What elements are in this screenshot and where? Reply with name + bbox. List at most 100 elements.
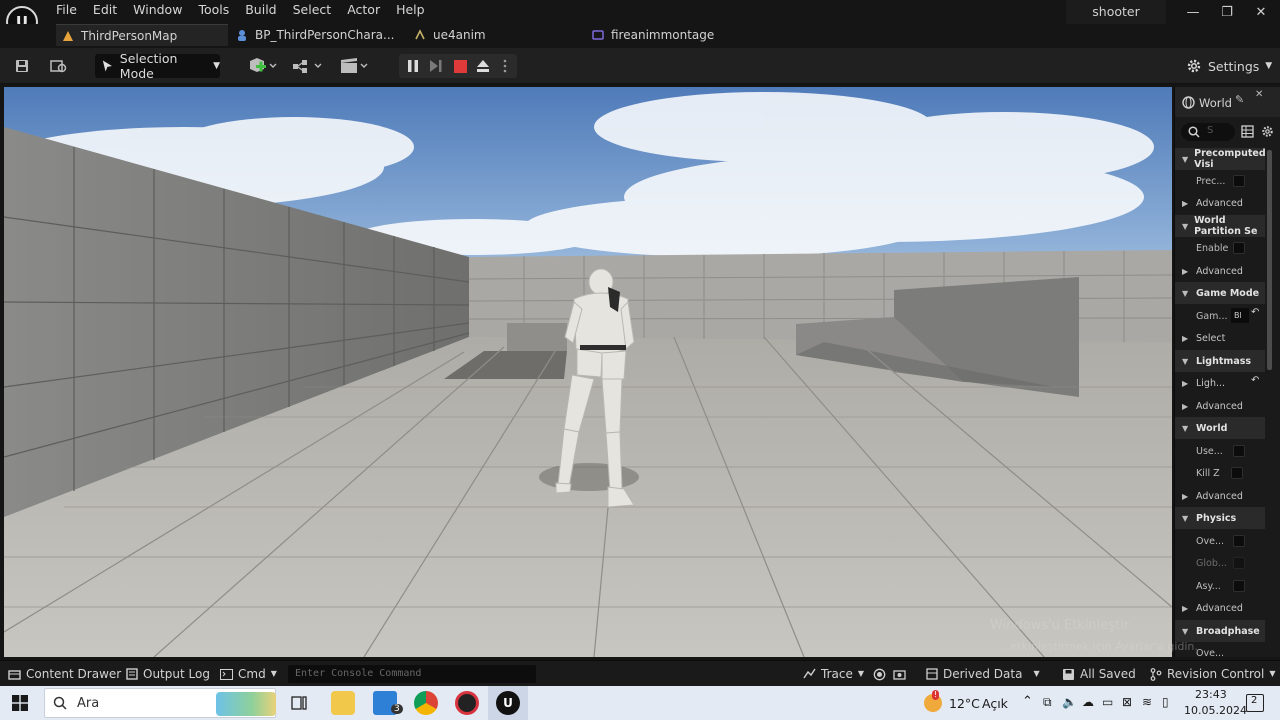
network-icon[interactable]: ▭	[1102, 695, 1113, 709]
weather-label[interactable]: Açık	[982, 696, 1008, 711]
save-icon[interactable]	[12, 56, 32, 76]
chevron-up-icon[interactable]: ⌃	[1022, 694, 1033, 709]
close-button[interactable]: ✕	[1242, 0, 1280, 26]
content-drawer-label: Content Drawer	[26, 667, 122, 681]
tab-thirdpersonmap[interactable]: ThirdPersonMap	[56, 24, 228, 46]
category-precomputed-visibility[interactable]: ▼ Precomputed Visi	[1175, 148, 1266, 170]
screenshot-icon[interactable]	[893, 661, 906, 687]
advanced-section[interactable]: ▶ Advanced	[1175, 485, 1265, 507]
menu-help[interactable]: Help	[388, 0, 433, 22]
game-mode-override-dropdown[interactable]: Bl	[1231, 308, 1249, 323]
speaker-icon[interactable]: 🔈	[1062, 695, 1077, 709]
notification-center-icon[interactable]: 2	[1246, 694, 1264, 712]
property-matrix-icon[interactable]	[1241, 125, 1254, 138]
world-settings-tab[interactable]: World ✎ ✕	[1175, 87, 1280, 117]
category-broadphase[interactable]: ▼ Broadphase	[1175, 620, 1265, 642]
maximize-button[interactable]: ❐	[1208, 0, 1246, 26]
advanced-section[interactable]: ▶ Advanced	[1175, 192, 1265, 214]
chevron-down-icon: ▼	[213, 61, 220, 71]
menu-tools[interactable]: Tools	[190, 0, 237, 22]
terminal-icon	[220, 668, 233, 680]
derived-data-dropdown[interactable]: Derived Data ▼	[926, 661, 1040, 687]
battery-icon[interactable]: ▯	[1162, 695, 1169, 709]
task-view-icon[interactable]	[291, 695, 307, 714]
menu-file[interactable]: File	[48, 0, 85, 22]
category-label: Lightmass	[1196, 355, 1252, 367]
blueprint-menu-icon[interactable]	[290, 56, 326, 76]
gear-icon[interactable]	[1261, 125, 1274, 138]
frame-skip-icon[interactable]	[428, 56, 444, 76]
property-label: Use...	[1196, 445, 1223, 457]
advanced-section[interactable]: ▶ Advanced	[1175, 260, 1265, 282]
input-device-icon[interactable]: ⧉	[1043, 695, 1052, 710]
recorder-app-icon[interactable]	[455, 691, 479, 715]
kill-z-field[interactable]	[1231, 467, 1243, 479]
temperature-label[interactable]: 12°C	[949, 696, 980, 711]
menu-select[interactable]: Select	[285, 0, 340, 22]
settings-button[interactable]: Settings ▼	[1186, 56, 1272, 76]
category-game-mode[interactable]: ▼ Game Mode	[1175, 282, 1265, 304]
security-icon[interactable]: ⊠	[1122, 695, 1132, 709]
output-log-icon	[126, 668, 138, 680]
cmd-dropdown[interactable]: Cmd ▼	[220, 661, 277, 687]
category-world-partition[interactable]: ▼ World Partition Se	[1175, 215, 1265, 237]
clock-time[interactable]: 23:43	[1195, 688, 1227, 701]
viewport-scene[interactable]	[4, 87, 1172, 657]
property-checkbox[interactable]	[1233, 175, 1245, 187]
unreal-logo-icon: U	[496, 691, 520, 715]
main-toolbar: Selection Mode ▼ Settings ▼	[0, 48, 1280, 84]
menu-actor[interactable]: Actor	[339, 0, 388, 22]
select-section[interactable]: ▶ Select	[1175, 327, 1265, 349]
windows-start-icon[interactable]	[12, 695, 28, 714]
selection-mode-dropdown[interactable]: Selection Mode ▼	[95, 51, 220, 81]
category-physics[interactable]: ▼ Physics	[1175, 507, 1265, 529]
reset-to-default-icon[interactable]: ↶	[1251, 307, 1259, 318]
reset-to-default-icon[interactable]: ↶	[1251, 375, 1259, 386]
tab-fireanimmontage[interactable]: fireanimmontage	[592, 24, 762, 46]
file-explorer-icon[interactable]	[331, 691, 355, 715]
cinematics-icon[interactable]	[338, 56, 372, 76]
category-world[interactable]: ▼ World	[1175, 417, 1265, 439]
eject-icon[interactable]	[475, 56, 491, 76]
details-search-input[interactable]: S	[1181, 123, 1235, 141]
tab-ue4anim[interactable]: ue4anim	[414, 24, 574, 46]
stop-icon[interactable]	[452, 56, 468, 76]
tab-bp-thirdpersoncharacter[interactable]: BP_ThirdPersonChara...	[236, 24, 406, 46]
blueprint-pawn-icon	[238, 30, 246, 41]
property-checkbox[interactable]	[1233, 557, 1245, 569]
wifi-icon[interactable]: ≋	[1142, 695, 1152, 709]
advanced-section[interactable]: ▶ Advanced	[1175, 597, 1265, 619]
menu-window[interactable]: Window	[125, 0, 190, 22]
clock-date[interactable]: 10.05.2024	[1184, 704, 1247, 717]
details-scrollbar[interactable]	[1267, 150, 1272, 370]
menu-edit[interactable]: Edit	[85, 0, 125, 22]
level-viewport[interactable]	[4, 87, 1172, 657]
property-checkbox[interactable]	[1233, 580, 1245, 592]
unreal-editor-taskbar-icon[interactable]: U	[488, 686, 528, 720]
output-log-button[interactable]: Output Log	[126, 661, 210, 687]
add-actor-icon[interactable]	[246, 56, 278, 76]
derived-data-label: Derived Data	[943, 667, 1023, 681]
property-label: Gam...	[1196, 310, 1228, 322]
pause-icon[interactable]	[405, 56, 421, 76]
menu-build[interactable]: Build	[237, 0, 284, 22]
advanced-section[interactable]: ▶ Advanced	[1175, 395, 1265, 417]
trace-dropdown[interactable]: Trace ▼	[803, 661, 864, 687]
more-options-icon[interactable]	[499, 56, 511, 76]
close-panel-icon[interactable]: ✕	[1255, 89, 1263, 100]
tab-label: ue4anim	[433, 28, 486, 42]
property-checkbox[interactable]	[1233, 242, 1245, 254]
console-command-input[interactable]: Enter Console Command	[288, 665, 536, 683]
browse-content-icon[interactable]	[48, 56, 70, 76]
property-checkbox[interactable]	[1233, 535, 1245, 547]
minimize-button[interactable]: —	[1174, 0, 1212, 26]
revision-control-dropdown[interactable]: Revision Control ▼	[1150, 661, 1276, 687]
all-saved-button[interactable]: All Saved	[1062, 661, 1136, 687]
cloud-icon[interactable]: ☁	[1082, 695, 1094, 709]
pin-icon[interactable]: ✎	[1235, 93, 1244, 106]
content-drawer-button[interactable]: Content Drawer	[8, 661, 121, 687]
record-icon[interactable]	[873, 661, 886, 687]
chrome-icon[interactable]	[414, 691, 438, 715]
category-lightmass[interactable]: ▼ Lightmass	[1175, 350, 1265, 372]
property-checkbox[interactable]	[1233, 445, 1245, 457]
